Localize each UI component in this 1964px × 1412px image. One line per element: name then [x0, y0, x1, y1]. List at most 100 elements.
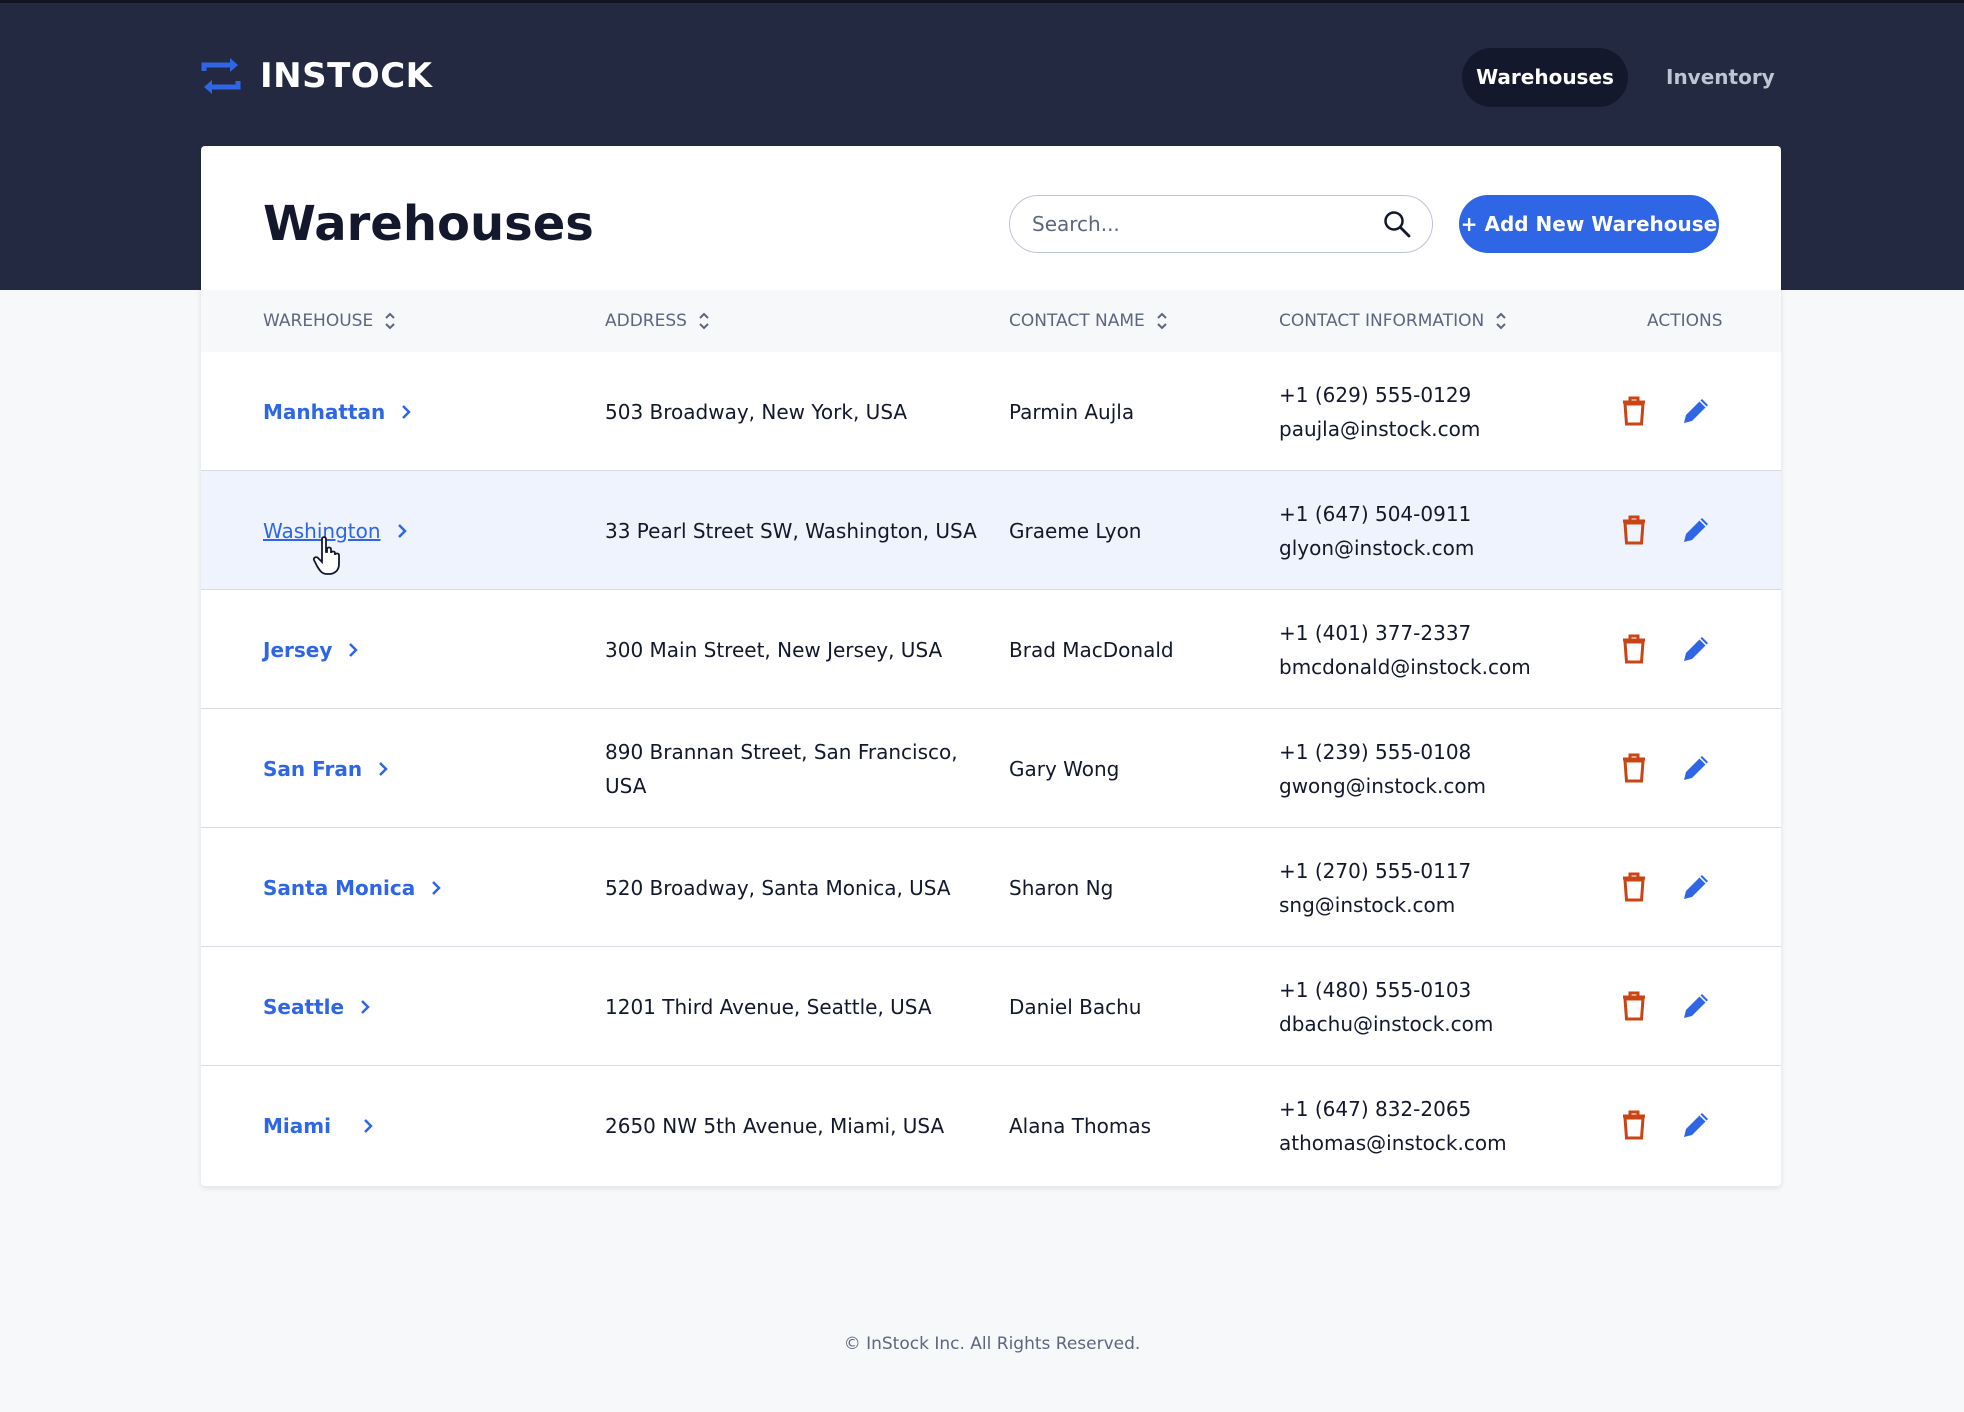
- contact-phone: +1 (270) 555-0117: [1279, 858, 1472, 883]
- search-box[interactable]: [1009, 195, 1433, 253]
- contact-email: gwong@instock.com: [1279, 773, 1487, 798]
- column-label: ACTIONS: [1647, 311, 1723, 331]
- trash-icon[interactable]: [1617, 870, 1651, 904]
- hand-cursor-icon: [312, 536, 340, 575]
- chevron-right-icon[interactable]: [395, 521, 409, 541]
- search-input[interactable]: [1032, 212, 1382, 236]
- column-header-contact-information[interactable]: CONTACT INFORMATION: [1279, 290, 1508, 352]
- warehouse-name[interactable]: Miami: [263, 1109, 331, 1143]
- contact-name: Parmin Aujla: [1009, 399, 1135, 424]
- pencil-icon[interactable]: [1679, 513, 1713, 547]
- address: 503 Broadway, New York, USA: [605, 399, 908, 424]
- contact-phone: +1 (629) 555-0129: [1279, 382, 1472, 407]
- contact-phone: +1 (480) 555-0103: [1279, 977, 1472, 1002]
- warehouse-name[interactable]: Santa Monica: [263, 871, 415, 905]
- chevron-right-icon[interactable]: [429, 878, 443, 898]
- table-row[interactable]: Jersey 300 Main Street, New Jersey, USA …: [201, 590, 1781, 709]
- address: 33 Pearl Street SW, Washington, USA: [605, 518, 977, 543]
- warehouse-name[interactable]: Manhattan: [263, 395, 385, 429]
- contact-email: glyon@instock.com: [1279, 535, 1475, 560]
- warehouse-link[interactable]: Jersey: [263, 633, 360, 667]
- page-title: Warehouses: [263, 196, 594, 252]
- address: 520 Broadway, Santa Monica, USA: [605, 875, 951, 900]
- column-header-contact-name[interactable]: CONTACT NAME: [1009, 290, 1169, 352]
- sort-icon[interactable]: [1494, 310, 1508, 332]
- column-header-address[interactable]: ADDRESS: [605, 290, 711, 352]
- contact-information: +1 (270) 555-0117 sng@instock.com: [1279, 828, 1471, 947]
- pencil-icon[interactable]: [1679, 870, 1713, 904]
- pencil-icon[interactable]: [1679, 632, 1713, 666]
- contact-email: bmcdonald@instock.com: [1279, 654, 1531, 679]
- contact-information: +1 (647) 832-2065 athomas@instock.com: [1279, 1066, 1507, 1185]
- trash-icon[interactable]: [1617, 751, 1651, 785]
- warehouse-link[interactable]: Santa Monica: [263, 871, 443, 905]
- contact-name: Alana Thomas: [1009, 1113, 1152, 1138]
- trash-icon[interactable]: [1617, 394, 1651, 428]
- warehouse-name[interactable]: San Fran: [263, 752, 362, 786]
- table-row[interactable]: Seattle 1201 Third Avenue, Seattle, USA …: [201, 947, 1781, 1066]
- contact-information: +1 (401) 377-2337 bmcdonald@instock.com: [1279, 590, 1531, 709]
- pencil-icon[interactable]: [1679, 1108, 1713, 1142]
- warehouse-name[interactable]: Jersey: [263, 633, 332, 667]
- trash-icon[interactable]: [1617, 513, 1651, 547]
- contact-phone: +1 (401) 377-2337: [1279, 620, 1472, 645]
- table-row[interactable]: Santa Monica 520 Broadway, Santa Monica,…: [201, 828, 1781, 947]
- trash-icon[interactable]: [1617, 1108, 1651, 1142]
- brand-name: INSTOCK: [260, 56, 433, 96]
- contact-name: Sharon Ng: [1009, 875, 1114, 900]
- column-label: CONTACT NAME: [1009, 311, 1145, 331]
- trash-icon[interactable]: [1617, 632, 1651, 666]
- column-label: CONTACT INFORMATION: [1279, 311, 1485, 331]
- table-row[interactable]: Miami 2650 NW 5th Avenue, Miami, USA Ala…: [201, 1066, 1781, 1185]
- contact-name: Graeme Lyon: [1009, 518, 1142, 543]
- brand-logo[interactable]: INSTOCK: [200, 55, 433, 97]
- column-header-warehouse[interactable]: WAREHOUSE: [263, 290, 397, 352]
- address-line: 890 Brannan Street, San Francisco,: [605, 739, 958, 764]
- warehouse-link[interactable]: Miami: [263, 1109, 375, 1143]
- warehouse-link[interactable]: San Fran: [263, 752, 390, 786]
- contact-email: sng@instock.com: [1279, 892, 1456, 917]
- address-line: USA: [605, 773, 647, 798]
- contact-name: Brad MacDonald: [1009, 637, 1174, 662]
- search-icon[interactable]: [1382, 209, 1412, 239]
- pencil-icon[interactable]: [1679, 751, 1713, 785]
- contact-name: Gary Wong: [1009, 756, 1120, 781]
- warehouses-card: Warehouses + Add New Warehouse WAREHOUSE…: [201, 146, 1781, 1186]
- contact-information: +1 (629) 555-0129 paujla@instock.com: [1279, 352, 1480, 471]
- contact-email: athomas@instock.com: [1279, 1130, 1507, 1155]
- warehouse-link[interactable]: Seattle: [263, 990, 372, 1024]
- sort-icon[interactable]: [383, 310, 397, 332]
- nav-inventory[interactable]: Inventory: [1640, 48, 1801, 107]
- contact-email: dbachu@instock.com: [1279, 1011, 1494, 1036]
- warehouse-name[interactable]: Seattle: [263, 990, 344, 1024]
- address: 300 Main Street, New Jersey, USA: [605, 637, 943, 662]
- add-warehouse-button[interactable]: + Add New Warehouse: [1459, 195, 1719, 253]
- contact-name: Daniel Bachu: [1009, 994, 1142, 1019]
- sort-icon[interactable]: [1155, 310, 1169, 332]
- trash-icon[interactable]: [1617, 989, 1651, 1023]
- swap-arrows-icon: [201, 58, 241, 94]
- address: 2650 NW 5th Avenue, Miami, USA: [605, 1113, 945, 1138]
- chevron-right-icon[interactable]: [399, 402, 413, 422]
- main-nav: Warehouses Inventory: [1462, 48, 1801, 107]
- pencil-icon[interactable]: [1679, 394, 1713, 428]
- column-header-actions: ACTIONS: [1647, 290, 1723, 352]
- column-label: ADDRESS: [605, 311, 687, 331]
- nav-warehouses[interactable]: Warehouses: [1462, 48, 1628, 107]
- table-row[interactable]: Manhattan 503 Broadway, New York, USA Pa…: [201, 352, 1781, 471]
- address: 890 Brannan Street, San Francisco, USA: [605, 709, 958, 828]
- pencil-icon[interactable]: [1679, 989, 1713, 1023]
- warehouse-link[interactable]: Manhattan: [263, 395, 413, 429]
- contact-phone: +1 (239) 555-0108: [1279, 739, 1472, 764]
- column-label: WAREHOUSE: [263, 311, 374, 331]
- table-row[interactable]: Washington 33 Pearl Street SW, Washingto…: [201, 471, 1781, 590]
- contact-information: +1 (239) 555-0108 gwong@instock.com: [1279, 709, 1486, 828]
- chevron-right-icon[interactable]: [346, 640, 360, 660]
- address: 1201 Third Avenue, Seattle, USA: [605, 994, 932, 1019]
- chevron-right-icon[interactable]: [358, 997, 372, 1017]
- contact-email: paujla@instock.com: [1279, 416, 1481, 441]
- chevron-right-icon[interactable]: [376, 759, 390, 779]
- table-row[interactable]: San Fran 890 Brannan Street, San Francis…: [201, 709, 1781, 828]
- chevron-right-icon[interactable]: [361, 1116, 375, 1136]
- sort-icon[interactable]: [697, 310, 711, 332]
